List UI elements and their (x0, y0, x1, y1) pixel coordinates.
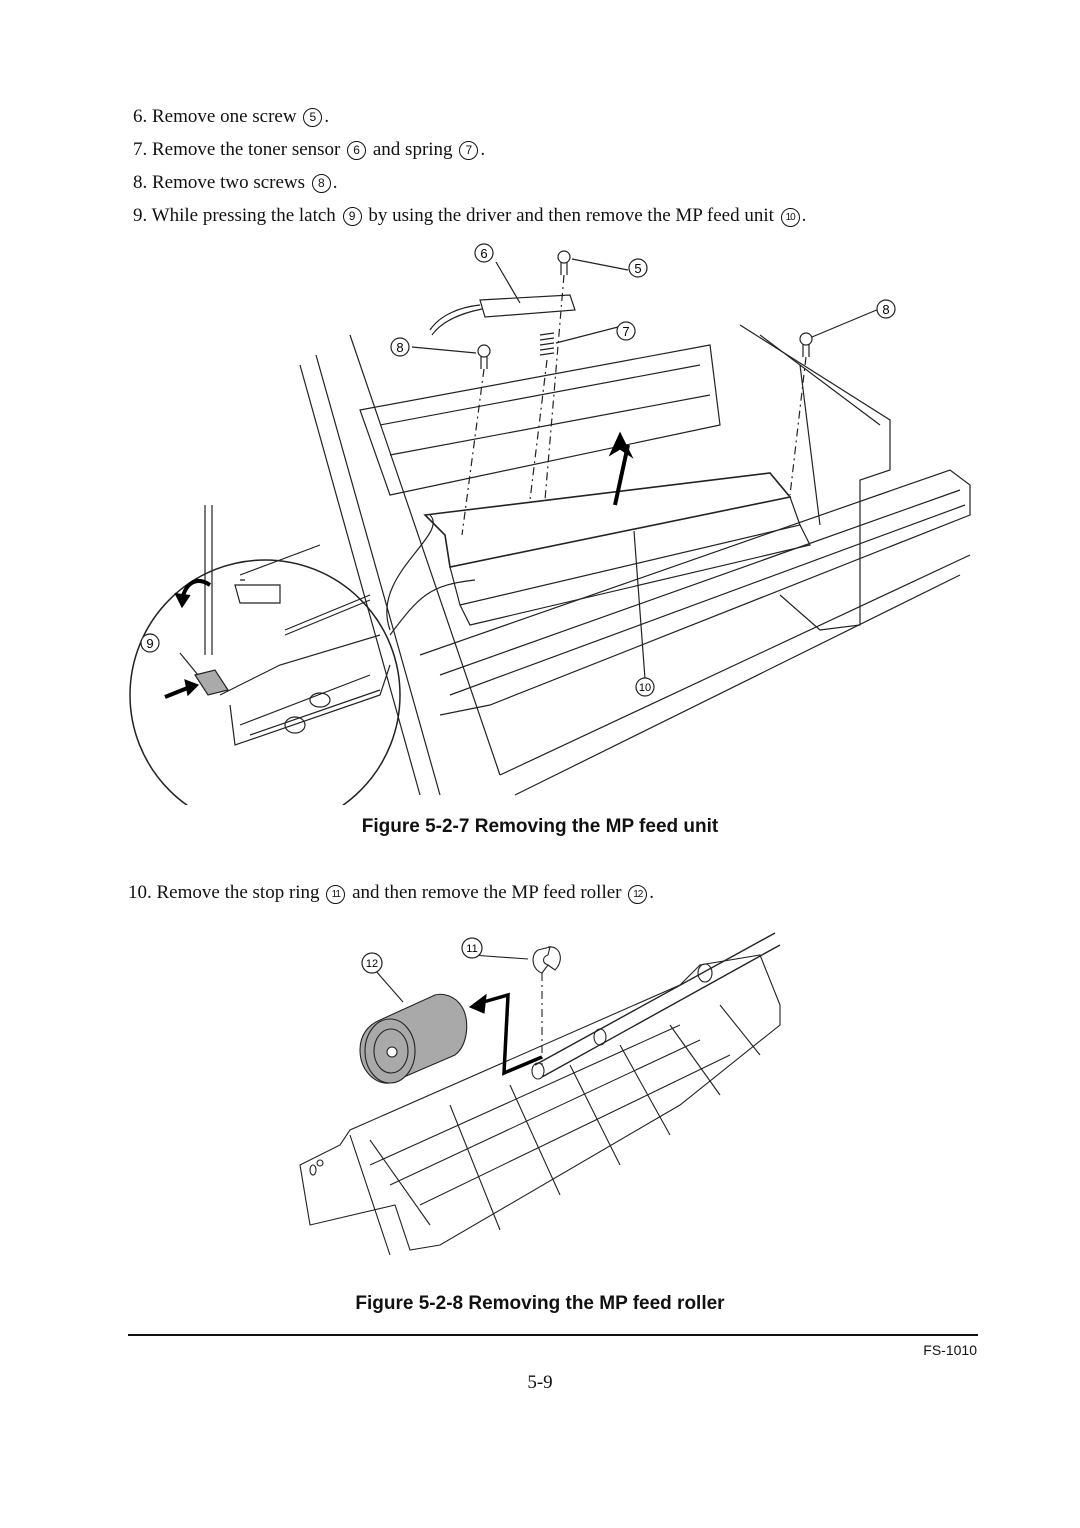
feed-frame (299, 954, 781, 1251)
step-text: While pressing the latch (151, 205, 336, 226)
callout-badge: 9 (342, 207, 362, 226)
callout-label: 7 (622, 324, 629, 339)
step-number: 7. (133, 139, 148, 160)
callout-badge: 12 (628, 885, 648, 904)
callout-badge: 6 (347, 141, 367, 160)
step-text: Remove the stop ring (156, 882, 320, 903)
punctuation: . (324, 106, 330, 127)
callout-badge: 7 (616, 321, 636, 341)
step-text: Remove the toner sensor (152, 139, 341, 160)
front-tray (419, 469, 971, 716)
punctuation: . (480, 139, 486, 160)
roller-shaft (534, 932, 781, 1078)
figure-mp-feed-roller: 12 11 (299, 932, 781, 1256)
callout-badge: 9 (140, 633, 160, 653)
stop-ring (532, 946, 551, 974)
mp-feed-unit (423, 472, 792, 568)
punctuation: . (649, 882, 654, 903)
callout-label: 8 (882, 302, 889, 317)
callout-badge: 5 (303, 108, 323, 127)
callout-badge: 8 (311, 174, 331, 193)
printer-frame-right (739, 324, 891, 631)
callout-label: 9 (146, 636, 153, 651)
step-text: and then remove the MP feed roller (352, 882, 622, 903)
page-number: 5-9 (527, 1372, 553, 1393)
latch-tab (194, 669, 229, 696)
step-number: 6. (133, 106, 148, 127)
callout-badge: 7 (459, 141, 479, 160)
callout-badge: 12 (361, 952, 383, 974)
step-10: 10. Remove the stop ring 11 and then rem… (128, 882, 654, 904)
callout-badge: 10 (635, 677, 655, 697)
callout-badge: 10 (780, 208, 800, 227)
removal-arrow (479, 992, 543, 1076)
callout-badge: 5 (628, 258, 648, 278)
step-number: 10. (128, 882, 152, 903)
punctuation: . (801, 205, 807, 226)
punctuation: . (332, 172, 338, 193)
printer-body-outline (299, 334, 501, 796)
step-text: by using the driver and then remove the … (368, 205, 774, 226)
callout-badge: 8 (390, 337, 410, 357)
spring-icon (539, 332, 555, 356)
callout-badge: 6 (474, 243, 494, 263)
step-number: 8. (133, 172, 148, 193)
figure-mp-feed-unit: 6 5 8 7 8 9 10 (129, 243, 971, 805)
figure-caption: Figure 5-2-8 Removing the MP feed roller (355, 1293, 725, 1314)
step-text: Remove two screws (152, 172, 306, 193)
callout-badge: 11 (326, 885, 346, 904)
callout-label: 6 (480, 246, 487, 261)
step-text: and spring (372, 139, 453, 160)
footer-divider (128, 1334, 978, 1336)
step-text: Remove one screw (152, 106, 297, 127)
model-name: FS-1010 (923, 1342, 977, 1358)
callout-badge: 8 (876, 299, 896, 319)
step-7: 7. Remove the toner sensor 6 and spring … (133, 139, 485, 161)
callout-label: 5 (634, 261, 641, 276)
callout-label: 8 (396, 340, 403, 355)
callout-label: 11 (466, 943, 477, 955)
callout-label: 12 (366, 958, 378, 970)
step-9: 9. While pressing the latch 9 by using t… (133, 205, 806, 227)
step-number: 9. (133, 205, 148, 226)
callout-badge: 11 (461, 937, 483, 959)
lift-arrow (613, 444, 630, 506)
callout-label: 10 (639, 682, 651, 694)
step-6: 6. Remove one screw 5. (133, 106, 329, 128)
figure-caption: Figure 5-2-7 Removing the MP feed unit (361, 816, 719, 837)
detail-magnifier (129, 559, 401, 805)
step-8: 8. Remove two screws 8. (133, 172, 338, 194)
